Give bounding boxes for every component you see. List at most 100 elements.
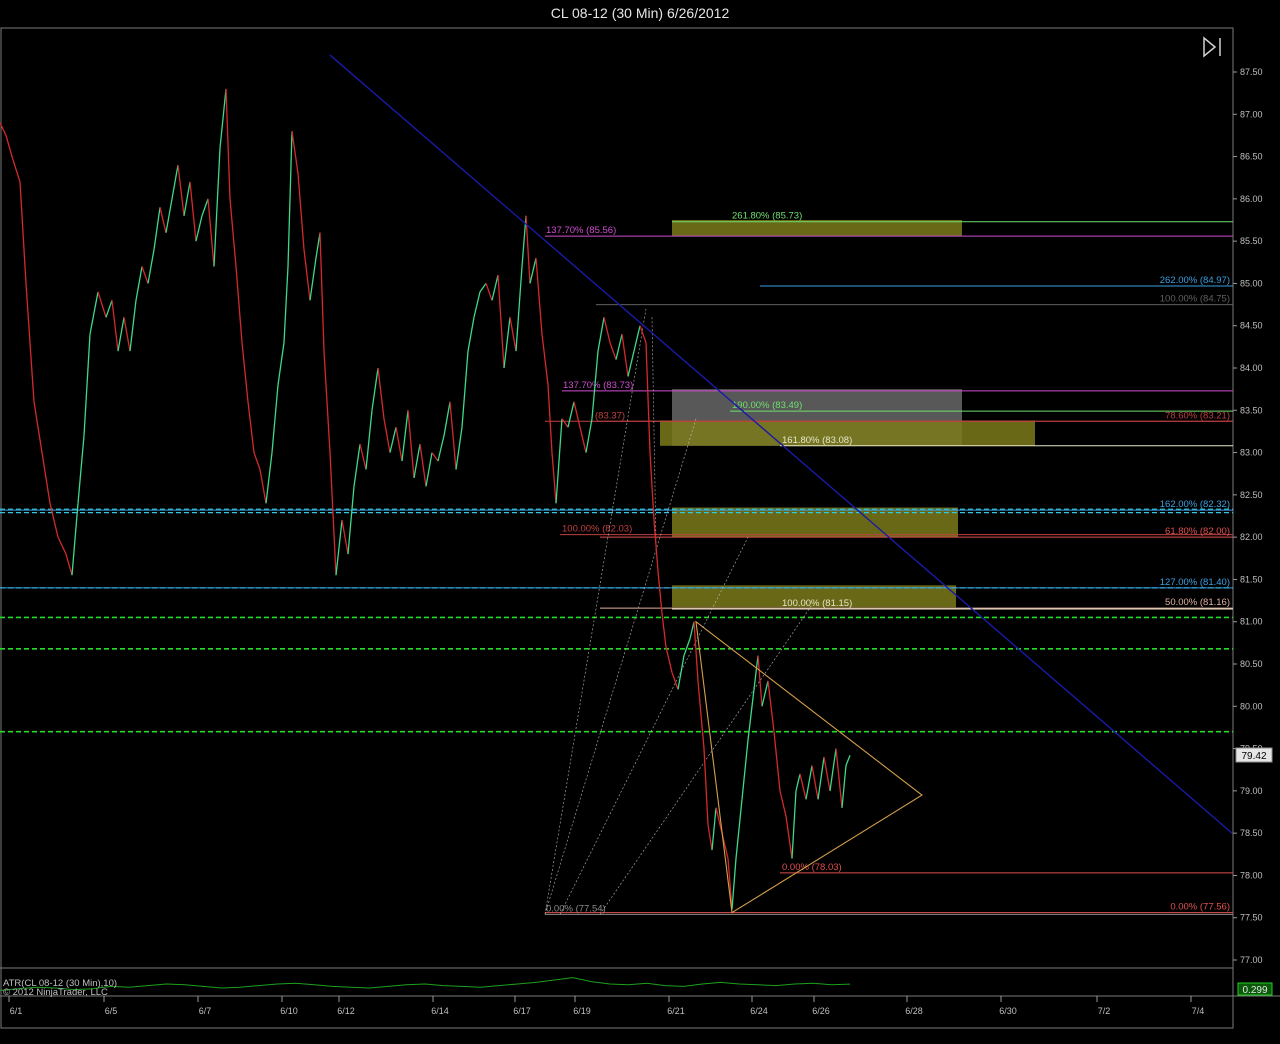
y-tick-label-13: 81.00 (1240, 617, 1263, 627)
price-segment-17 (111, 300, 119, 352)
price-segment-25 (159, 207, 167, 233)
price-segment-129 (741, 740, 749, 800)
price-segment-63 (377, 367, 385, 419)
x-axis: 6/1 6/5 6/7 6/10 6/12 6/14 6/17 6/19 6/21 6/24 6/2… (8, 996, 1204, 1016)
price-segment-12 (77, 435, 85, 504)
fib-level-label-6: (83.37) (595, 410, 625, 421)
price-segment-16 (105, 300, 113, 318)
y-tick-label-8: 83.50 (1240, 405, 1263, 415)
price-segment-72 (431, 452, 439, 462)
fib-level-label-5: 190.00% (83.49) (732, 400, 802, 411)
price-segment-103 (609, 342, 617, 360)
price-segment-53 (319, 232, 325, 352)
x-tick-label-5: 6/14 (431, 1006, 449, 1016)
fib-level-label-13: 100.00% (81.15) (782, 598, 852, 609)
price-segment-115 (671, 672, 679, 690)
price-segment-109 (645, 342, 651, 453)
price-segment-14 (89, 291, 99, 335)
price-segment-30 (189, 181, 197, 242)
x-tick-label-4: 6/12 (337, 1006, 355, 1016)
fib-ray-1 (544, 418, 697, 915)
price-segment-62 (371, 367, 379, 411)
price-segment-66 (395, 427, 403, 462)
price-segment-131 (753, 655, 759, 690)
price-segment-85 (509, 317, 517, 352)
price-segment-19 (123, 317, 131, 352)
chart-canvas[interactable]: 261.80% (85.73) 137.70% (85.56) 262.00% (8… (0, 0, 1280, 1044)
price-segment-83 (497, 274, 505, 369)
price-segment-75 (449, 401, 457, 470)
last-price-value: 79.42 (1241, 751, 1266, 762)
price-segment-92 (547, 384, 553, 453)
price-segment-9 (57, 536, 67, 555)
y-tick-label-0: 87.50 (1240, 67, 1263, 77)
price-segment-78 (467, 317, 475, 352)
price-segment-98 (579, 427, 587, 453)
price-segment-37 (229, 198, 237, 267)
fib-level-label-17: 0.00% (77.54) (546, 903, 606, 914)
fib-level-label-14: 50.00% (81.16) (1165, 597, 1230, 608)
price-segment-33 (207, 198, 215, 267)
y-tick-label-9: 83.00 (1240, 448, 1263, 458)
price-segment-106 (627, 350, 635, 377)
atr-panel (0, 977, 851, 991)
y-axis: 87.50 87.00 86.50 86.00 85.50 85.00 84.50 84.00… (1233, 67, 1263, 965)
price-segment-117 (683, 638, 691, 656)
price-segment-146 (835, 748, 843, 808)
price-segment-58 (347, 486, 355, 555)
price-segment-102 (603, 317, 611, 343)
trendline-layer[interactable] (329, 54, 1233, 914)
y-tick-label-15: 80.00 (1240, 701, 1263, 711)
price-segment-43 (265, 452, 273, 504)
x-tick-label-3: 6/10 (280, 1006, 298, 1016)
price-segment-120 (697, 680, 705, 749)
price-segment-141 (805, 765, 813, 800)
price-segment-130 (747, 689, 755, 741)
fib-level-label-12: 127.00% (81.40) (1160, 577, 1230, 588)
price-segment-104 (615, 334, 623, 360)
price-segment-137 (785, 816, 793, 859)
x-tick-label-8: 6/21 (667, 1006, 685, 1016)
x-tick-label-2: 6/7 (199, 1006, 212, 1016)
price-segment-67 (401, 410, 409, 462)
price-segment-57 (341, 520, 349, 555)
price-segment-21 (135, 266, 143, 301)
price-segment-71 (425, 452, 433, 487)
fib-level-label-10: 100.00% (82.03) (562, 524, 632, 535)
fib-level-label-8: 161.80% (83.08) (782, 435, 852, 446)
fib-level-label-4: 137.70% (83.73) (563, 380, 633, 391)
price-segment-46 (283, 266, 289, 343)
price-segment-44 (271, 384, 279, 453)
price-segment-86 (515, 266, 523, 352)
price-segment-31 (195, 215, 203, 242)
price-segment-89 (529, 257, 537, 284)
fib-level-label-0: 261.80% (85.73) (732, 211, 802, 222)
fib-level-label-1: 137.70% (85.56) (546, 225, 616, 236)
last-price-marker: 79.42 (1235, 747, 1273, 763)
price-segment-8 (49, 503, 59, 538)
price-segment-113 (661, 613, 667, 648)
price-segment-61 (365, 410, 373, 470)
price-segment-97 (573, 401, 581, 428)
price-segment-41 (253, 452, 261, 470)
levels-layer: 261.80% (85.73) 137.70% (85.56) 262.00% (8… (0, 211, 1233, 915)
price-segment-144 (823, 756, 831, 791)
price-segment-13 (83, 334, 91, 436)
price-segment-84 (503, 317, 511, 369)
price-segment-10 (65, 553, 73, 576)
y-tick-label-17: 79.00 (1240, 786, 1263, 796)
price-segment-23 (147, 249, 155, 284)
price-segment-32 (201, 198, 209, 216)
price-segment-59 (353, 444, 361, 487)
scroll-end-icon[interactable] (1203, 36, 1221, 58)
price-segment-20 (129, 300, 137, 352)
price-segment-51 (309, 257, 317, 301)
price-segment-135 (773, 731, 781, 791)
y-tick-label-6: 84.50 (1240, 321, 1263, 331)
price-segment-80 (479, 283, 487, 293)
price-segment-116 (677, 655, 685, 690)
price-segment-49 (297, 173, 305, 250)
price-segment-11 (71, 503, 79, 576)
price-segment-5 (25, 283, 35, 402)
price-segment-90 (535, 258, 543, 335)
